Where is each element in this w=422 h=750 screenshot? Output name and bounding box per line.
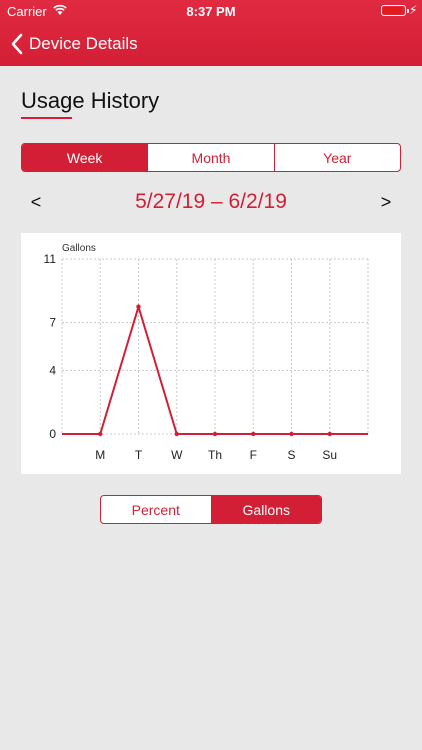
next-week-button[interactable]: > [376, 192, 396, 213]
data-point [251, 431, 256, 437]
page-title: Usage History [21, 88, 160, 113]
previous-week-button[interactable]: < [26, 192, 46, 213]
y-tick-label: 7 [49, 316, 56, 330]
unit-selector: Percent Gallons [100, 495, 322, 524]
x-tick-label: F [250, 448, 257, 462]
data-point [212, 431, 218, 437]
tab-month[interactable]: Month [148, 144, 275, 171]
y-tick-label: 11 [44, 252, 57, 266]
data-point [136, 304, 141, 309]
y-tick-label: 4 [49, 363, 56, 377]
back-label: Device Details [29, 34, 138, 53]
period-selector: Week Month Year [21, 143, 401, 172]
y-axis-label: Gallons [62, 243, 96, 254]
back-button[interactable]: Device Details [10, 30, 138, 58]
x-tick-label: Su [322, 448, 337, 462]
tab-week[interactable]: Week [22, 144, 149, 171]
data-point [289, 431, 294, 437]
chevron-left-icon [11, 33, 23, 55]
usage-chart: 0 4 7 11 M T W Th F S Su Gallons [21, 233, 401, 474]
x-tick-label: S [287, 448, 295, 462]
data-point [174, 431, 179, 437]
x-tick-label: T [135, 448, 143, 462]
x-tick-label: Th [208, 448, 222, 462]
x-tick-label: W [171, 448, 183, 462]
app-header: Carrier 8:37 PM ⚡ Device Details [0, 0, 422, 66]
data-point [98, 431, 103, 437]
battery-icon [381, 5, 409, 16]
x-tick-label: M [95, 448, 105, 462]
tab-gallons[interactable]: Gallons [211, 496, 321, 523]
data-point [327, 431, 332, 437]
clock: 8:37 PM [186, 4, 236, 19]
tab-year[interactable]: Year [275, 144, 400, 171]
title-underline [21, 117, 72, 119]
y-tick-label: 0 [49, 427, 56, 441]
date-range-label: 5/27/19 – 6/2/19 [135, 190, 287, 213]
status-bar: Carrier 8:37 PM ⚡ [0, 0, 422, 22]
charging-bolt-icon: ⚡ [409, 3, 418, 17]
tab-percent[interactable]: Percent [101, 496, 212, 523]
usage-chart-svg: 0 4 7 11 M T W Th F S Su Gallons [44, 243, 369, 462]
